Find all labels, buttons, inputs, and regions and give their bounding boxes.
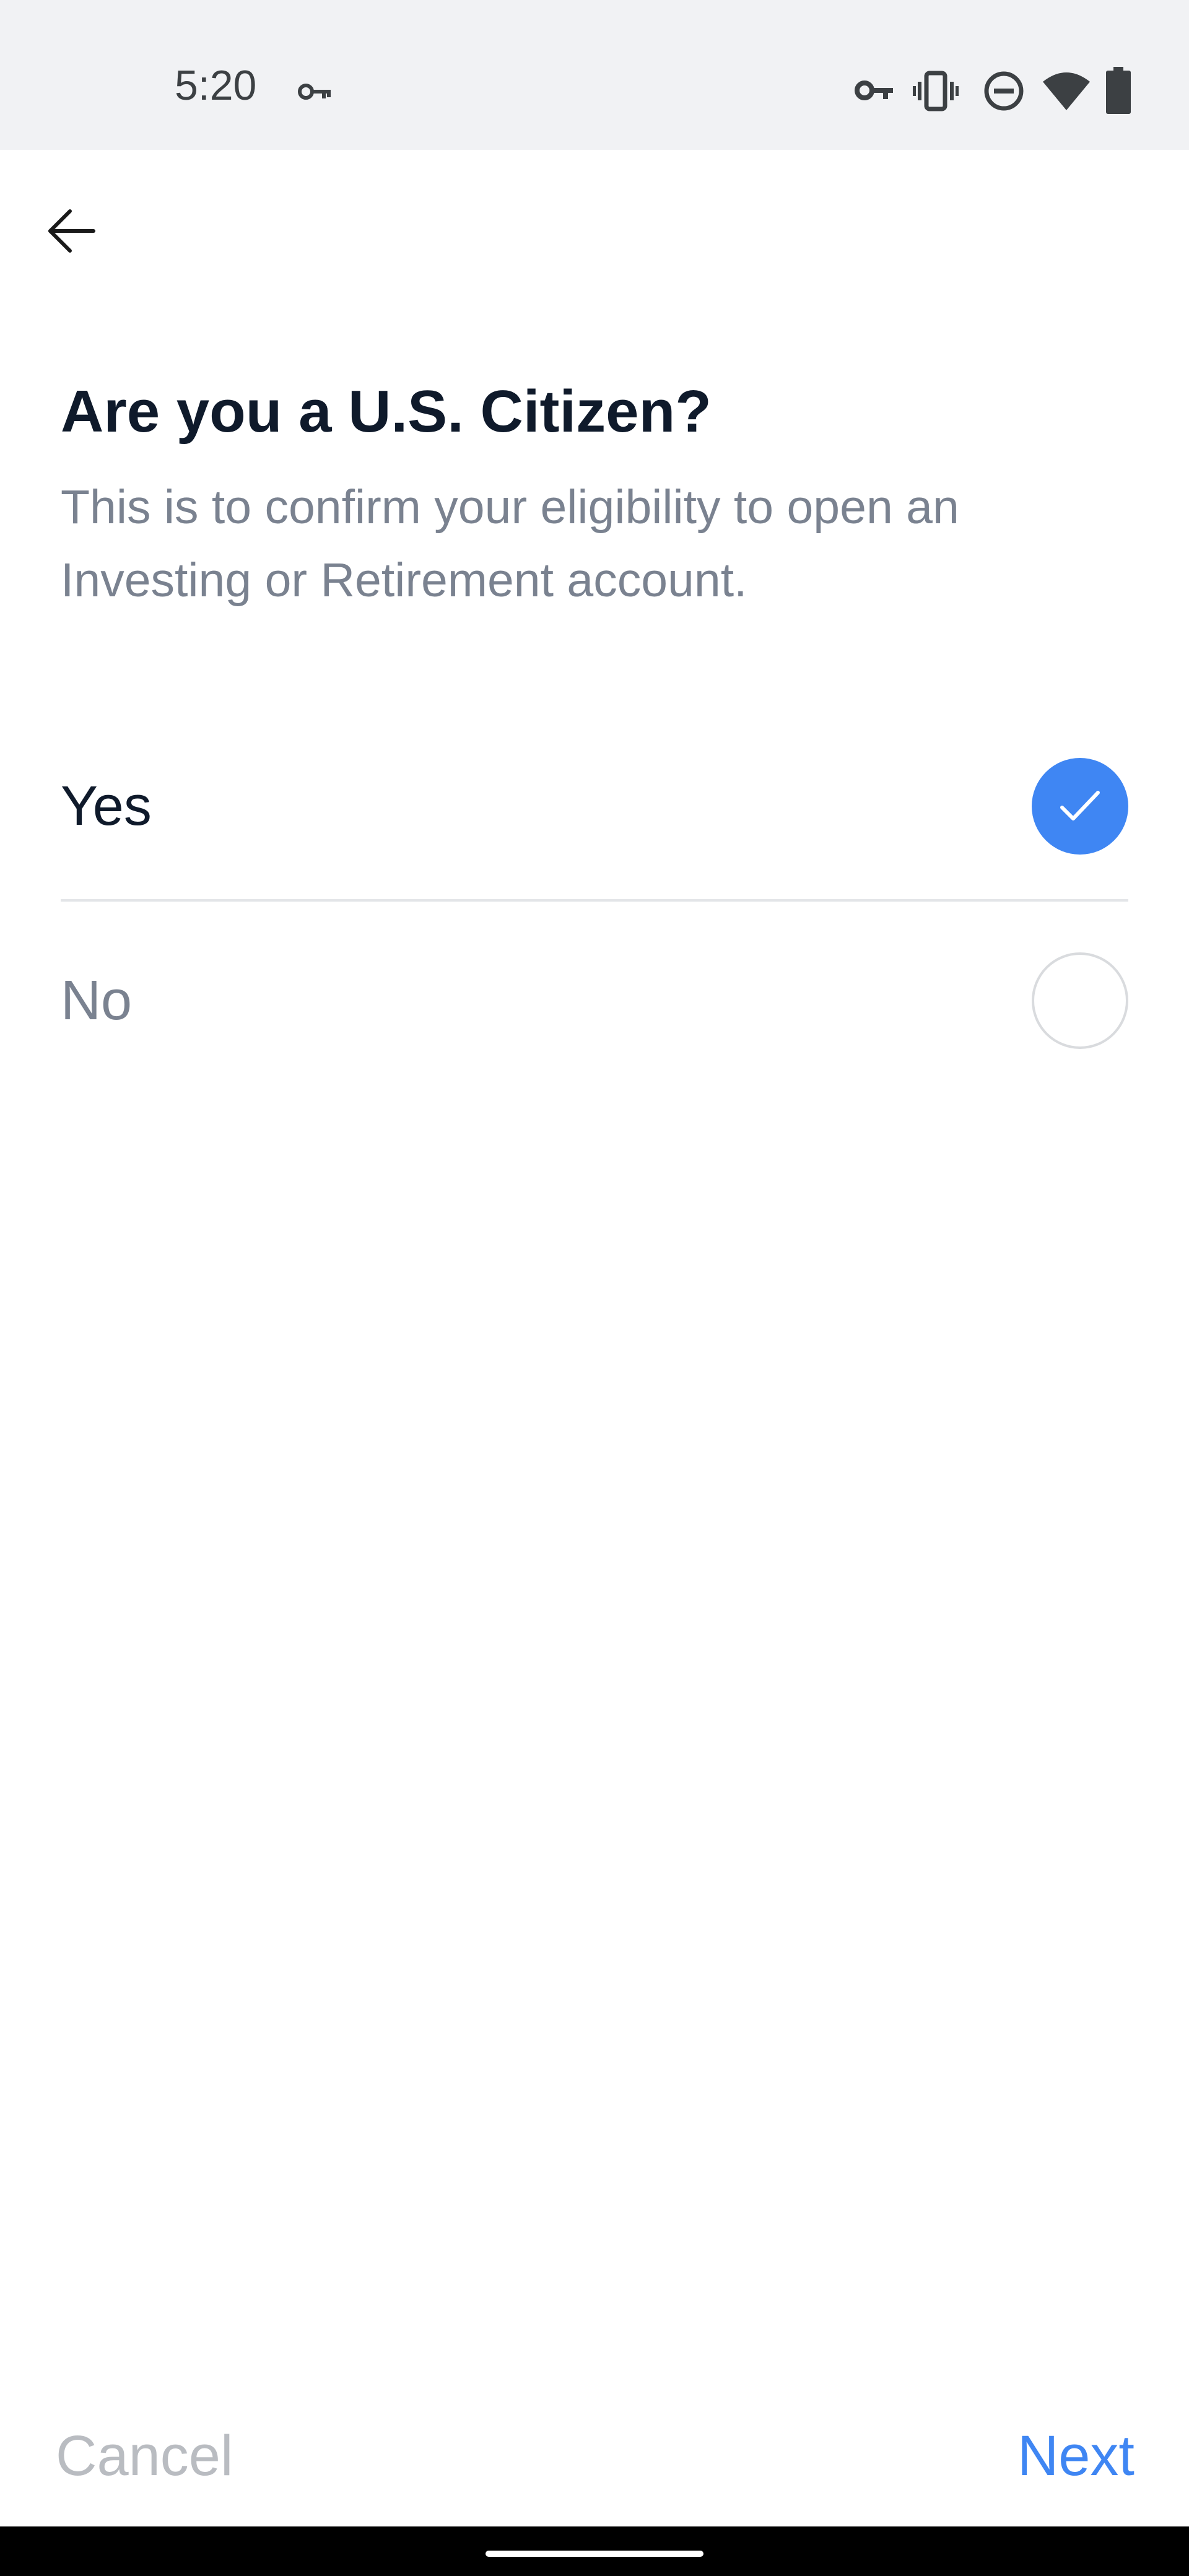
checkmark-icon bbox=[1032, 758, 1128, 855]
do-not-disturb-icon bbox=[983, 71, 1024, 115]
status-bar: 5:20 bbox=[0, 0, 1189, 150]
divider bbox=[61, 899, 1128, 902]
cancel-button[interactable]: Cancel bbox=[56, 2427, 233, 2484]
next-button[interactable]: Next bbox=[1017, 2427, 1135, 2484]
back-button[interactable] bbox=[37, 198, 105, 266]
option-no[interactable]: No bbox=[61, 926, 1128, 1075]
vibrate-icon bbox=[913, 69, 959, 116]
key-icon bbox=[855, 76, 895, 108]
option-yes-label: Yes bbox=[61, 775, 152, 837]
option-no-label: No bbox=[61, 970, 133, 1032]
vpn-key-icon bbox=[297, 79, 333, 107]
home-handle[interactable] bbox=[486, 2551, 703, 2557]
arrow-back-icon bbox=[46, 209, 96, 256]
battery-icon bbox=[1106, 67, 1131, 117]
wifi-icon bbox=[1043, 71, 1090, 113]
page-subtitle: This is to confirm your eligibility to o… bbox=[61, 481, 959, 607]
radio-empty-icon bbox=[1032, 952, 1128, 1049]
option-yes[interactable]: Yes bbox=[61, 732, 1128, 881]
page-title: Are you a U.S. Citizen? bbox=[61, 378, 712, 445]
status-time: 5:20 bbox=[175, 62, 257, 109]
